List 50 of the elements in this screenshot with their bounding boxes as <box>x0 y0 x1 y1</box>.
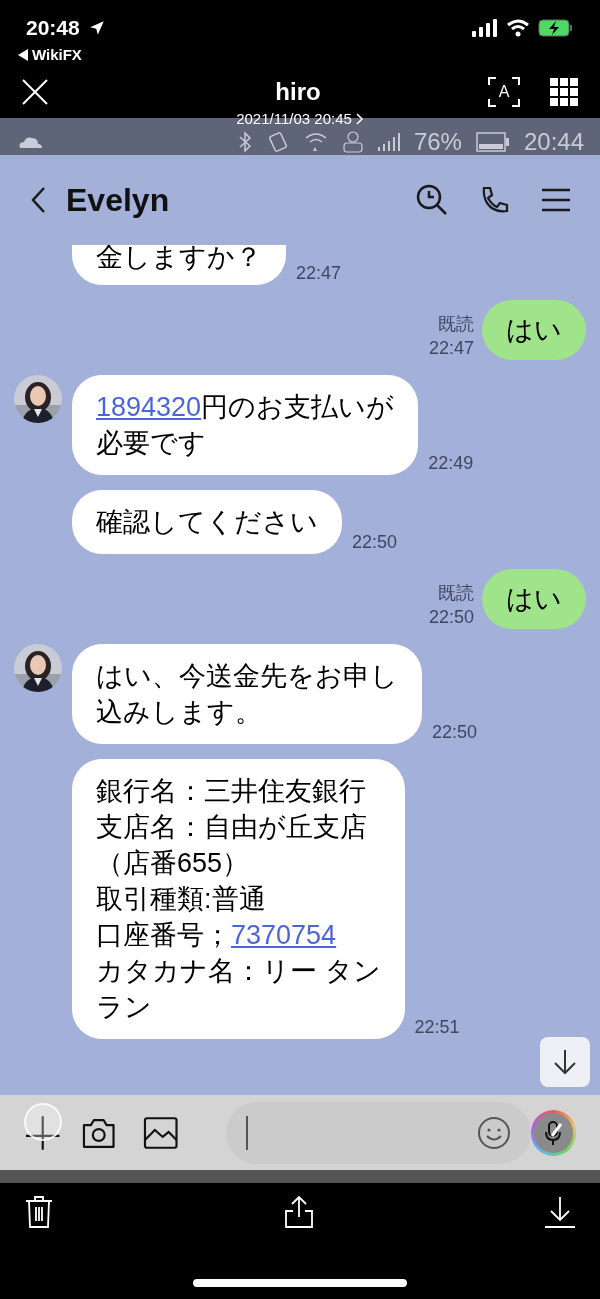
back-triangle-icon <box>18 48 28 61</box>
plus-icon[interactable] <box>24 1113 62 1152</box>
viewer-title: hiro <box>274 77 321 107</box>
message-text: 銀行名：三井住友銀行 支店名：自由が丘支店 （店番655） 取引種類:普通 口座番号；7370754 カタカナ名：リー タン ラン <box>96 775 381 1024</box>
number-link[interactable]: 7370754 <box>231 920 337 950</box>
grid-icon[interactable] <box>550 78 578 106</box>
wifi-icon <box>506 18 530 37</box>
message-text: はい、今送金先をお申し 込みします。 <box>96 660 398 729</box>
status-time: 20:48 <box>26 15 80 41</box>
message-time: 22:49 <box>428 452 474 475</box>
message-text: 確認してください <box>96 506 318 539</box>
message-text: 1894320円のお支払いが 必要です <box>96 391 395 460</box>
battery-charging-icon <box>538 18 574 37</box>
message-time: 22:50 <box>428 606 474 629</box>
text-scan-button[interactable]: A <box>488 77 520 107</box>
chevron-right-icon <box>355 113 364 126</box>
back-chevron-icon[interactable] <box>30 186 46 214</box>
message-time: 22:50 <box>432 721 478 744</box>
bluetooth-icon <box>237 130 252 153</box>
search-icon[interactable] <box>416 184 448 216</box>
share-icon[interactable] <box>284 1195 314 1229</box>
scroll-down-button[interactable] <box>540 1037 590 1087</box>
trash-icon[interactable] <box>24 1195 54 1229</box>
number-link[interactable]: 1894320 <box>96 392 202 422</box>
message-time: 22:47 <box>296 262 342 285</box>
close-icon[interactable] <box>22 79 48 105</box>
battery-percent: 76% <box>413 130 462 153</box>
markup-button[interactable] <box>530 1109 576 1156</box>
emoji-icon[interactable] <box>476 1115 511 1150</box>
menu-icon[interactable] <box>542 188 570 212</box>
message-time: 22:50 <box>352 531 398 554</box>
read-receipt: 既読 <box>438 582 474 605</box>
arrow-down-icon <box>553 1049 577 1075</box>
download-icon[interactable] <box>544 1195 576 1229</box>
battery-icon <box>475 131 510 152</box>
microphone-icon <box>543 1119 564 1146</box>
wifi-icon <box>303 130 328 153</box>
assistive-touch-button[interactable] <box>24 1103 62 1141</box>
message-text: はい <box>506 314 562 347</box>
read-receipt: 既読 <box>438 313 474 336</box>
signal-icon <box>472 18 498 37</box>
message-text: はい <box>506 583 562 616</box>
message-time: 22:47 <box>428 337 474 360</box>
back-to-app-link[interactable]: WikiFX <box>32 43 82 66</box>
signal-icon <box>377 132 400 151</box>
message-time: 22:51 <box>414 1016 460 1039</box>
image-icon[interactable] <box>142 1115 179 1150</box>
contact-name: Evelyn <box>66 181 170 220</box>
phone-icon[interactable] <box>480 185 510 215</box>
android-time: 20:44 <box>523 130 584 153</box>
